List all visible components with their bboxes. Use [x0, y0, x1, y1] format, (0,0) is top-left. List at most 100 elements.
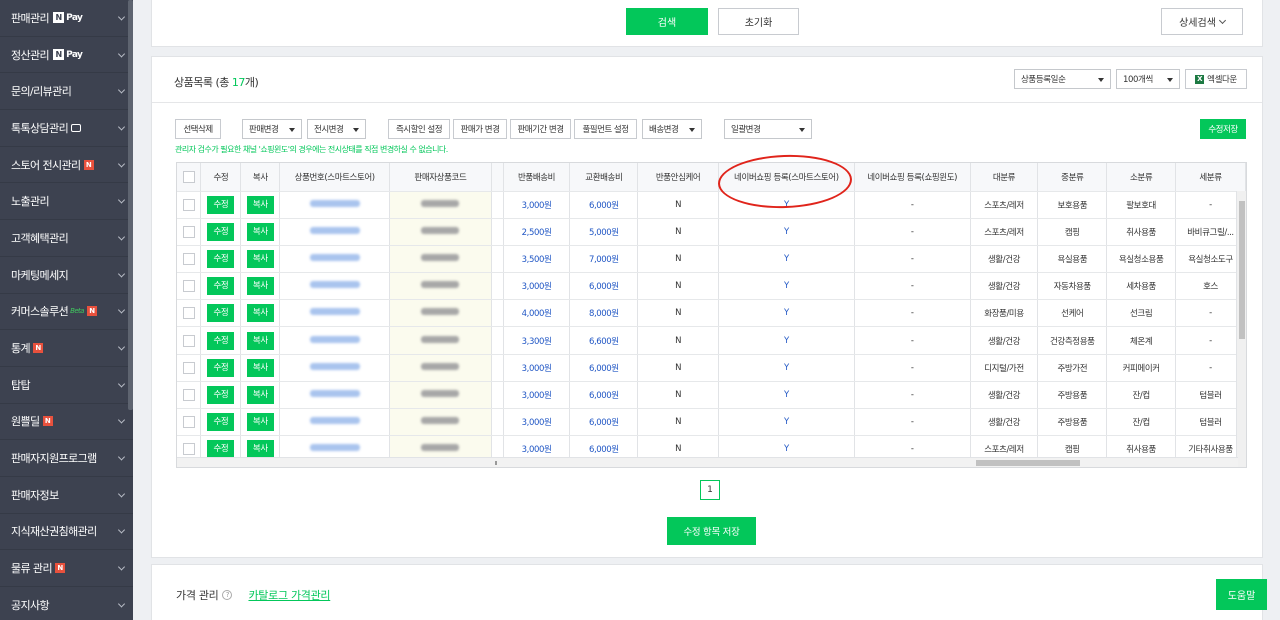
- scroll-thumb[interactable]: [976, 460, 1080, 466]
- table-row[interactable]: 수정 복사 3,500원 7,000원 N Y - 생활/건강 욕실용품 욕실청소용품 욕실청소도구: [177, 245, 1246, 274]
- edit-button[interactable]: 수정: [207, 440, 235, 459]
- reset-button[interactable]: 초기화: [718, 8, 799, 35]
- header-cat-small[interactable]: 소분류: [1106, 163, 1177, 192]
- sidebar-item[interactable]: 원쁠딜 N: [0, 404, 133, 441]
- sidebar-item[interactable]: 물류 관리 N: [0, 550, 133, 587]
- header-cat-mid[interactable]: 중분류: [1037, 163, 1108, 192]
- row-checkbox[interactable]: [182, 361, 195, 374]
- table-row[interactable]: 수정 복사 3,000원 6,000원 N Y - 스포츠/레저 보호용품 팔보호대 -: [177, 191, 1246, 219]
- row-checkbox[interactable]: [182, 388, 195, 401]
- table-row[interactable]: 수정 복사 4,000원 8,000원 N Y - 화장품/미용 선케어 선크림 -: [177, 299, 1246, 328]
- table-row[interactable]: 수정 복사 3,000원 6,000원 N Y - 생활/건강 주방용품 잔/컵 텀블러: [177, 408, 1246, 437]
- catalog-price-link[interactable]: 카탈로그 가격관리: [248, 587, 330, 603]
- copy-button[interactable]: 복사: [246, 413, 274, 432]
- header-naver-window[interactable]: 네이버쇼핑 등록(쇼핑윈도): [854, 163, 971, 192]
- row-checkbox[interactable]: [182, 334, 195, 347]
- table-row[interactable]: 수정 복사 2,500원 5,000원 N Y - 스포츠/레저 캠핑 취사용품 바비큐그릴/...: [177, 218, 1246, 246]
- copy-button[interactable]: 복사: [246, 195, 274, 214]
- table-row[interactable]: 수정 복사 3,000원 6,000원 N Y - 생활/건강 자동차용품 세차용품 호스: [177, 272, 1246, 301]
- grid-horizontal-scrollbar[interactable]: [177, 457, 1238, 467]
- save-edit-button[interactable]: 수정저장: [1200, 119, 1246, 139]
- sidebar-item[interactable]: 지식재산권침해관리: [0, 514, 133, 551]
- sidebar-item[interactable]: 커머스솔루션 Beta N: [0, 294, 133, 331]
- sidebar-scrollbar[interactable]: [128, 0, 133, 410]
- table-row[interactable]: 수정 복사 3,300원 6,600원 N Y - 생활/건강 건강측정용품 체온계 -: [177, 326, 1246, 355]
- help-button[interactable]: 도움말: [1216, 579, 1267, 610]
- header-return-fee[interactable]: 반품배송비: [503, 163, 571, 192]
- sale-period-change-button[interactable]: 판매기간 변경: [510, 119, 571, 139]
- scroll-thumb[interactable]: [1239, 201, 1245, 339]
- search-button[interactable]: 검색: [626, 8, 708, 35]
- sort-select[interactable]: 상품등록일순: [1014, 69, 1111, 89]
- sidebar-item[interactable]: 스토어 전시관리 N: [0, 147, 133, 184]
- header-cat-detail[interactable]: 세분류: [1175, 163, 1246, 192]
- sidebar-item[interactable]: 판매관리 N Pay: [0, 0, 133, 37]
- header-cat-large[interactable]: 대분류: [970, 163, 1039, 192]
- sidebar-item[interactable]: 문의/리뷰관리: [0, 73, 133, 111]
- instant-discount-button[interactable]: 즉시할인 설정: [388, 119, 450, 139]
- sale-change-select[interactable]: 판매변경: [242, 119, 302, 139]
- sidebar-item[interactable]: 공지사항: [0, 587, 133, 620]
- row-checkbox[interactable]: [182, 416, 195, 429]
- edit-button[interactable]: 수정: [207, 195, 235, 214]
- sidebar-item[interactable]: 톡톡상담관리: [0, 110, 133, 147]
- table-row[interactable]: 수정 복사 3,000원 6,000원 N Y - 디지털/가전 주방가전 커피메이커 -: [177, 354, 1246, 382]
- sidebar-item[interactable]: 판매자지원프로그램: [0, 440, 133, 477]
- edit-button[interactable]: 수정: [207, 358, 235, 377]
- row-checkbox[interactable]: [182, 307, 195, 320]
- sidebar-item[interactable]: 고객혜택관리: [0, 220, 133, 257]
- sidebar-item[interactable]: 통계 N: [0, 330, 133, 367]
- row-checkbox[interactable]: [182, 252, 195, 265]
- excel-download-button[interactable]: X 엑셀다운: [1185, 69, 1247, 89]
- page-size-select[interactable]: 100개씩: [1116, 69, 1180, 89]
- spacer-cell: [491, 191, 504, 219]
- edit-button[interactable]: 수정: [207, 249, 235, 268]
- edit-button[interactable]: 수정: [207, 222, 235, 241]
- edit-button[interactable]: 수정: [207, 413, 235, 432]
- copy-button[interactable]: 복사: [246, 385, 274, 404]
- select-delete-button[interactable]: 선택삭제: [175, 119, 221, 139]
- header-checkbox-cell[interactable]: [177, 163, 202, 192]
- redacted-value: [421, 281, 460, 289]
- header-seller-code[interactable]: 판매자상품코드: [389, 163, 492, 192]
- copy-button[interactable]: 복사: [246, 331, 274, 350]
- sidebar-item[interactable]: 정산관리 N Pay: [0, 37, 133, 74]
- table-header-row: 수정 복사 상품번호(스마트스토어) 판매자상품코드 반품배송비 교환배송비 반…: [177, 163, 1246, 192]
- display-change-select[interactable]: 전시변경: [307, 119, 366, 139]
- row-checkbox[interactable]: [182, 443, 195, 456]
- save-edited-items-button[interactable]: 수정 항목 저장: [667, 517, 756, 545]
- info-icon[interactable]: ?: [222, 590, 233, 600]
- copy-button[interactable]: 복사: [246, 249, 274, 268]
- edit-button[interactable]: 수정: [207, 385, 235, 404]
- row-checkbox[interactable]: [182, 280, 195, 293]
- header-product-no[interactable]: 상품번호(스마트스토어): [279, 163, 391, 192]
- table-row[interactable]: 수정 복사 3,000원 6,000원 N Y - 생활/건강 주방용품 잔/컵 텀블러: [177, 381, 1246, 410]
- redacted-value: [421, 335, 460, 343]
- select-all-checkbox[interactable]: [182, 170, 195, 183]
- sidebar-item[interactable]: 노출관리: [0, 183, 133, 221]
- scroll-thumb-left[interactable]: [495, 461, 497, 465]
- edit-button[interactable]: 수정: [207, 277, 235, 296]
- edit-button[interactable]: 수정: [207, 304, 235, 323]
- fulfillment-button[interactable]: 풀필먼트 설정: [574, 119, 637, 139]
- sidebar-item[interactable]: 마케팅메세지: [0, 257, 133, 294]
- row-checkbox[interactable]: [182, 225, 195, 238]
- row-checkbox[interactable]: [182, 198, 195, 211]
- copy-button[interactable]: 복사: [246, 304, 274, 323]
- detail-search-button[interactable]: 상세검색: [1161, 8, 1243, 35]
- bulk-change-select[interactable]: 일괄변경: [724, 119, 812, 139]
- exchange-fee-cell: 6,000원: [569, 381, 639, 410]
- price-change-button[interactable]: 판매가 변경: [453, 119, 507, 139]
- header-return-care[interactable]: 반품안심케어: [637, 163, 719, 192]
- copy-button[interactable]: 복사: [246, 222, 274, 241]
- pagination-current-page[interactable]: 1: [700, 480, 720, 500]
- shipping-change-select[interactable]: 배송변경: [642, 119, 702, 139]
- copy-button[interactable]: 복사: [246, 440, 274, 459]
- edit-button[interactable]: 수정: [207, 331, 235, 350]
- copy-button[interactable]: 복사: [246, 277, 274, 296]
- copy-button[interactable]: 복사: [246, 358, 274, 377]
- grid-vertical-scrollbar[interactable]: [1236, 191, 1246, 467]
- sidebar-item[interactable]: 탑탑: [0, 367, 133, 404]
- header-exchange-fee[interactable]: 교환배송비: [569, 163, 639, 192]
- sidebar-item[interactable]: 판매자정보: [0, 477, 133, 514]
